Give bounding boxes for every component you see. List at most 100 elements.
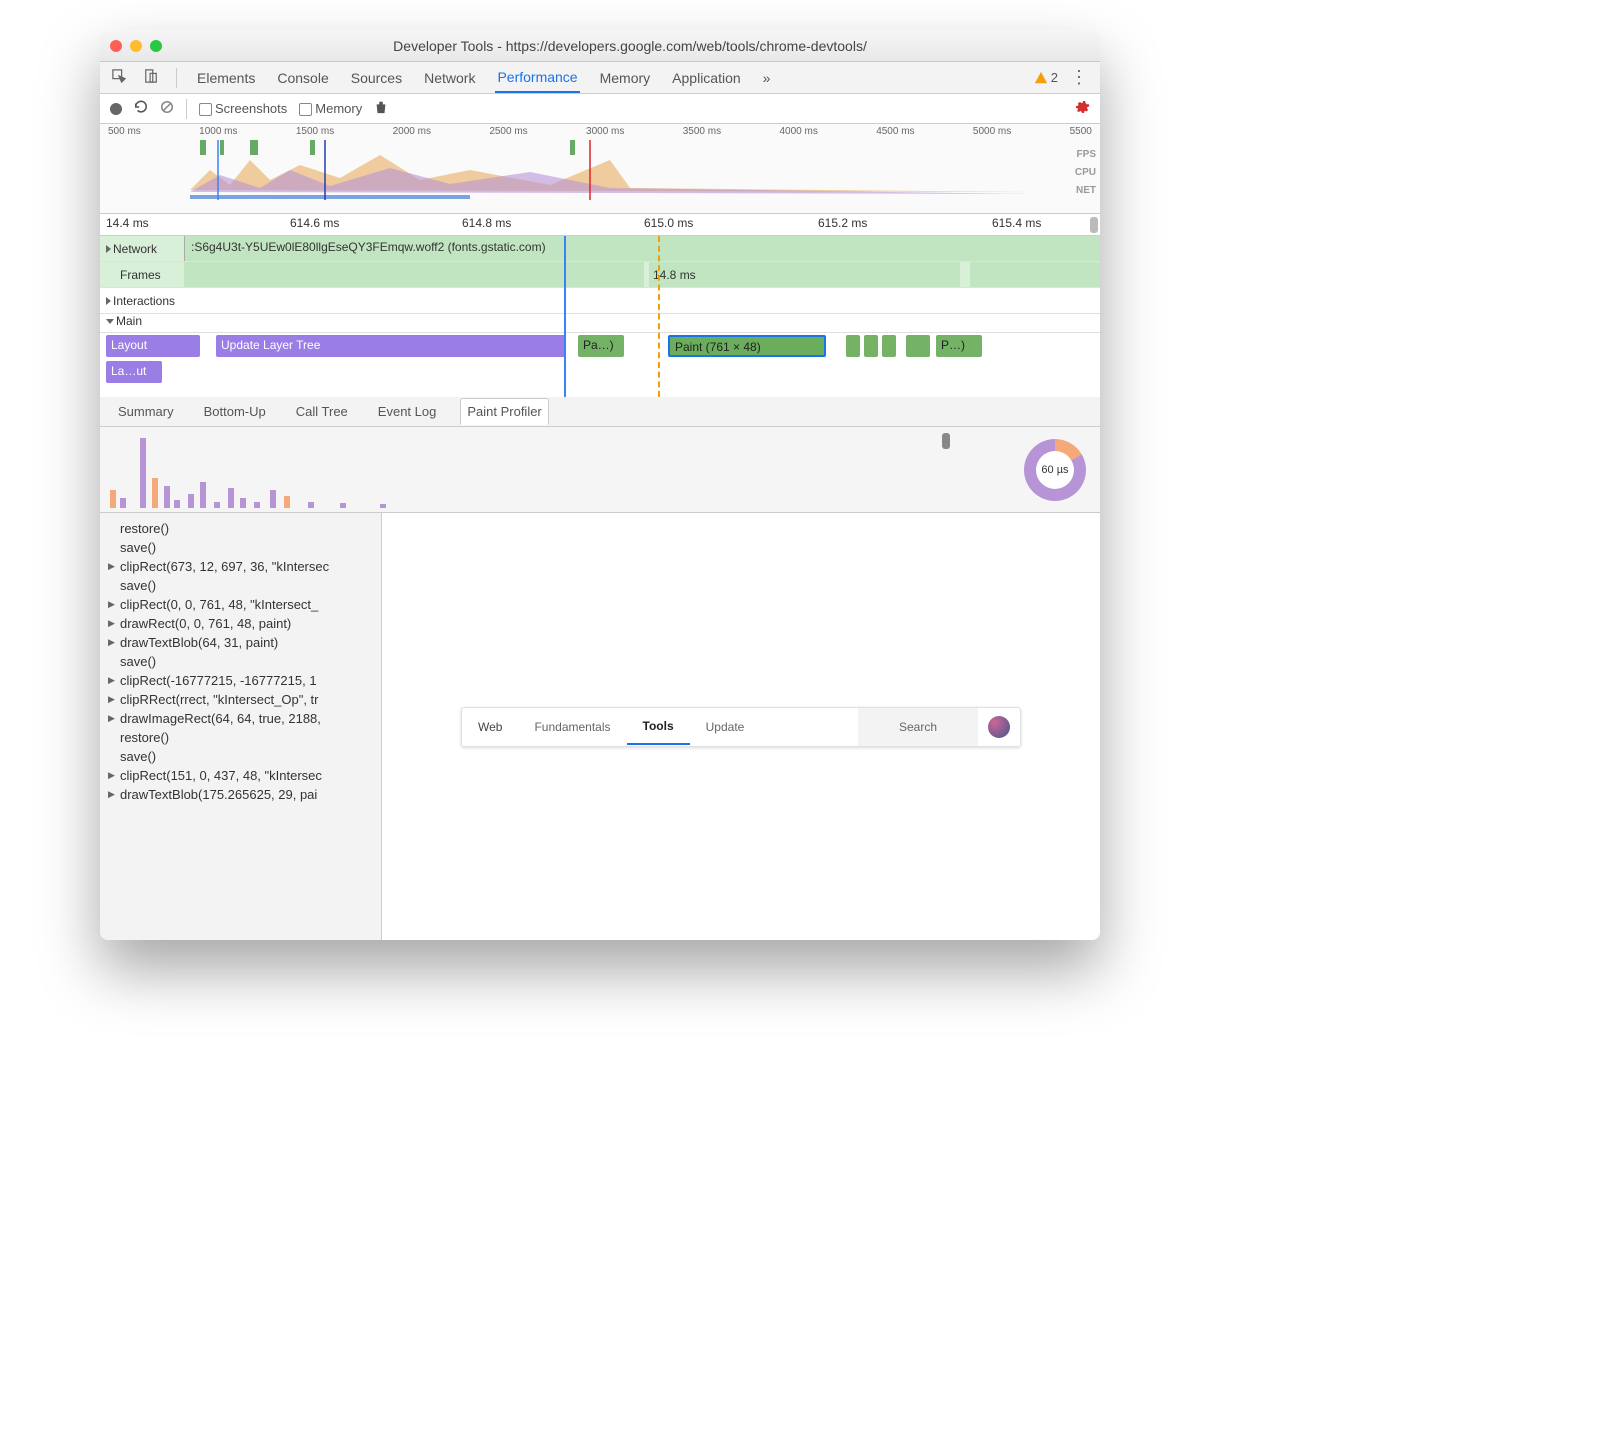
tab-summary[interactable]: Summary xyxy=(112,399,180,424)
preview-link-fundamentals[interactable]: Fundamentals xyxy=(518,720,626,734)
expand-icon[interactable]: ▶ xyxy=(108,713,118,724)
preview-link-tools[interactable]: Tools xyxy=(627,709,690,745)
maximize-window-button[interactable] xyxy=(150,40,162,52)
paint-command-item[interactable]: ▶clipRect(673, 12, 697, 36, "kIntersec xyxy=(100,557,381,576)
memory-checkbox[interactable]: Memory xyxy=(299,101,362,116)
flame-chart[interactable]: Network :S6g4U3t-Y5UEw0lE80llgEseQY3FEmq… xyxy=(100,236,1100,397)
paint-command-list[interactable]: restore()save()▶clipRect(673, 12, 697, 3… xyxy=(100,513,382,940)
flame-ruler[interactable]: 14.4 ms 614.6 ms 614.8 ms 615.0 ms 615.2… xyxy=(100,214,1100,236)
paint-command-item[interactable]: restore() xyxy=(100,728,381,747)
expand-icon[interactable]: ▶ xyxy=(108,618,118,629)
current-time-cursor xyxy=(564,236,566,397)
paint-command-item[interactable]: ▶clipRect(151, 0, 437, 48, "kIntersec xyxy=(100,766,381,785)
tab-application[interactable]: Application xyxy=(670,64,743,92)
command-text: save() xyxy=(120,578,156,593)
expand-icon[interactable]: ▶ xyxy=(108,694,118,705)
tab-performance[interactable]: Performance xyxy=(495,63,579,93)
flame-row: La…ut xyxy=(106,359,1100,385)
paint-profiler-chart[interactable]: 60 µs xyxy=(100,427,1100,513)
more-tabs-button[interactable]: » xyxy=(761,64,773,92)
tab-memory[interactable]: Memory xyxy=(598,64,653,92)
network-request-item[interactable]: :S6g4U3t-Y5UEw0lE80llgEseQY3FEmqw.woff2 … xyxy=(184,236,1100,261)
frame-boundary-cursor xyxy=(658,236,660,397)
command-text: drawImageRect(64, 64, true, 2188, xyxy=(120,711,321,726)
command-text: clipRect(673, 12, 697, 36, "kIntersec xyxy=(120,559,329,574)
main-track[interactable]: Main xyxy=(100,314,1100,333)
expand-icon[interactable] xyxy=(106,297,111,305)
layout-event[interactable]: Layout xyxy=(106,335,200,357)
frames-track[interactable]: Frames 14.8 ms xyxy=(100,262,1100,288)
tab-sources[interactable]: Sources xyxy=(349,64,404,92)
command-text: drawTextBlob(64, 31, paint) xyxy=(120,635,278,650)
devtools-window: Developer Tools - https://developers.goo… xyxy=(100,30,1100,940)
network-track[interactable]: Network :S6g4U3t-Y5UEw0lE80llgEseQY3FEmq… xyxy=(100,236,1100,262)
preview-search[interactable]: Search xyxy=(858,708,978,746)
warning-icon xyxy=(1034,71,1048,85)
paint-command-item[interactable]: ▶drawImageRect(64, 64, true, 2188, xyxy=(100,709,381,728)
range-handle[interactable] xyxy=(942,433,950,449)
paint-command-item[interactable]: save() xyxy=(100,747,381,766)
scroll-handle[interactable] xyxy=(1090,217,1098,233)
separator xyxy=(186,99,187,119)
paint-event-selected[interactable]: Paint (761 × 48) xyxy=(668,335,826,357)
paint-event[interactable] xyxy=(846,335,860,357)
interactions-track[interactable]: Interactions xyxy=(100,288,1100,314)
paint-command-item[interactable]: save() xyxy=(100,652,381,671)
layout-sub-event[interactable]: La…ut xyxy=(106,361,162,383)
tab-paint-profiler[interactable]: Paint Profiler xyxy=(460,398,548,425)
overview-pane[interactable]: 500 ms 1000 ms 1500 ms 2000 ms 2500 ms 3… xyxy=(100,124,1100,214)
paint-command-item[interactable]: save() xyxy=(100,576,381,595)
command-text: clipRect(0, 0, 761, 48, "kIntersect_ xyxy=(120,597,318,612)
screenshots-checkbox[interactable]: Screenshots xyxy=(199,101,287,116)
tab-elements[interactable]: Elements xyxy=(195,64,257,92)
command-text: clipRRect(rrect, "kIntersect_Op", tr xyxy=(120,692,319,707)
reload-button[interactable] xyxy=(134,100,148,117)
paint-event[interactable] xyxy=(882,335,896,357)
paint-command-item[interactable]: ▶drawTextBlob(175.265625, 29, pai xyxy=(100,785,381,804)
clear-button[interactable] xyxy=(160,100,174,117)
panel-tabs: Elements Console Sources Network Perform… xyxy=(100,62,1100,94)
expand-icon[interactable] xyxy=(106,245,111,253)
close-window-button[interactable] xyxy=(110,40,122,52)
minimize-window-button[interactable] xyxy=(130,40,142,52)
update-layer-tree-event[interactable]: Update Layer Tree xyxy=(216,335,566,357)
expand-icon[interactable]: ▶ xyxy=(108,789,118,800)
paint-command-item[interactable]: restore() xyxy=(100,519,381,538)
expand-icon[interactable]: ▶ xyxy=(108,637,118,648)
frame-block[interactable]: 14.8 ms xyxy=(649,262,960,287)
more-options-icon[interactable]: ⋮ xyxy=(1070,67,1088,88)
paint-event[interactable]: Pa…) xyxy=(578,335,624,357)
expand-icon[interactable]: ▶ xyxy=(108,675,118,686)
paint-command-item[interactable]: ▶clipRRect(rrect, "kIntersect_Op", tr xyxy=(100,690,381,709)
tab-call-tree[interactable]: Call Tree xyxy=(290,399,354,424)
paint-preview: Web Fundamentals Tools Update Search xyxy=(382,513,1100,940)
paint-event[interactable] xyxy=(864,335,878,357)
tab-network[interactable]: Network xyxy=(422,64,477,92)
warnings-badge[interactable]: 2 xyxy=(1034,70,1058,85)
tab-console[interactable]: Console xyxy=(275,64,330,92)
expand-icon[interactable]: ▶ xyxy=(108,770,118,781)
tab-bottom-up[interactable]: Bottom-Up xyxy=(198,399,272,424)
record-button[interactable] xyxy=(110,103,122,115)
paint-command-item[interactable]: save() xyxy=(100,538,381,557)
frame-block[interactable] xyxy=(970,262,1100,287)
paint-command-item[interactable]: ▶drawRect(0, 0, 761, 48, paint) xyxy=(100,614,381,633)
collapse-icon[interactable] xyxy=(106,319,114,324)
paint-event[interactable] xyxy=(906,335,930,357)
frame-block[interactable] xyxy=(184,262,644,287)
tab-event-log[interactable]: Event Log xyxy=(372,399,443,424)
garbage-collect-icon[interactable] xyxy=(374,100,388,117)
preview-link-web[interactable]: Web xyxy=(462,720,518,734)
paint-event[interactable]: P…) xyxy=(936,335,982,357)
preview-link-updates[interactable]: Update xyxy=(690,720,761,734)
paint-command-item[interactable]: ▶drawTextBlob(64, 31, paint) xyxy=(100,633,381,652)
avatar[interactable] xyxy=(988,716,1010,738)
expand-icon[interactable]: ▶ xyxy=(108,561,118,572)
device-mode-icon[interactable] xyxy=(144,69,158,86)
paint-command-item[interactable]: ▶clipRect(-16777215, -16777215, 1 xyxy=(100,671,381,690)
command-text: clipRect(-16777215, -16777215, 1 xyxy=(120,673,317,688)
inspect-icon[interactable] xyxy=(112,69,126,86)
expand-icon[interactable]: ▶ xyxy=(108,599,118,610)
settings-icon[interactable] xyxy=(1074,99,1090,118)
paint-command-item[interactable]: ▶clipRect(0, 0, 761, 48, "kIntersect_ xyxy=(100,595,381,614)
